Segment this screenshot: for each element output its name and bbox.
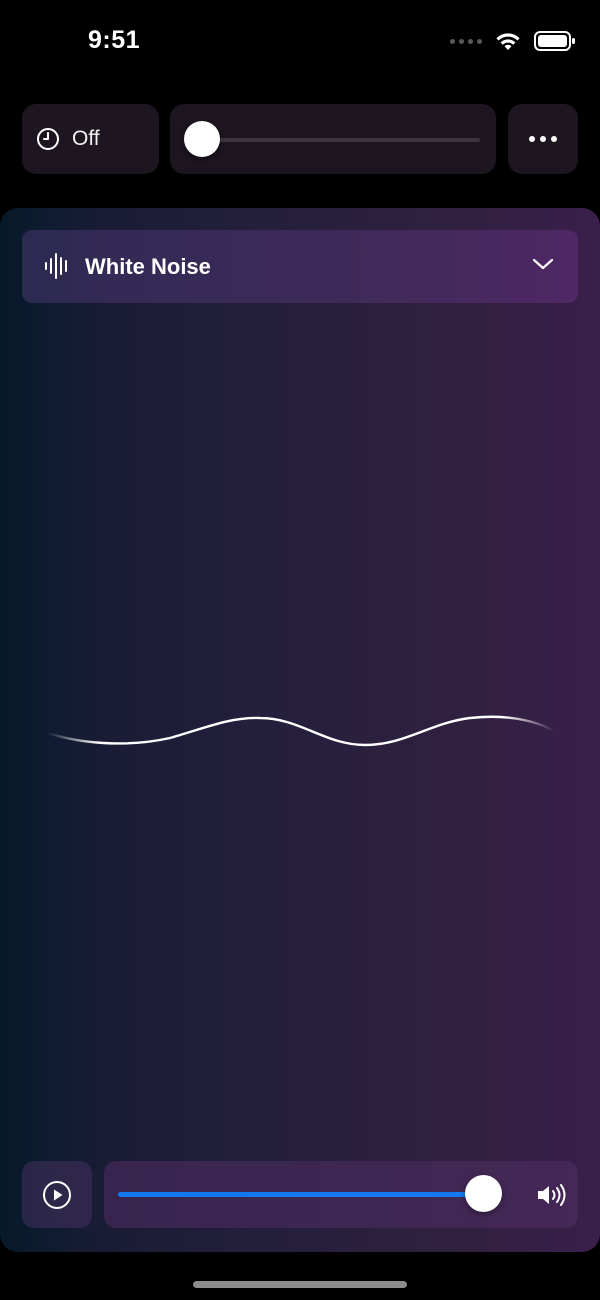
status-bar: 9:51 [0, 0, 600, 80]
app-screen: 9:51 Off White Noise [0, 0, 600, 1300]
sound-selector[interactable]: White Noise [22, 230, 578, 303]
top-slider[interactable] [170, 104, 496, 174]
sleep-timer-button[interactable]: Off [22, 104, 159, 174]
play-button[interactable] [22, 1161, 92, 1228]
top-controls: Off [22, 104, 578, 174]
sound-panel: White Noise [0, 208, 600, 1252]
cellular-signal-icon [450, 38, 482, 44]
home-indicator[interactable] [193, 1281, 407, 1288]
chevron-down-icon [532, 258, 554, 270]
top-slider-track [192, 138, 480, 142]
timer-label: Off [72, 127, 100, 150]
sound-name: White Noise [85, 254, 211, 279]
status-icons [450, 28, 576, 54]
volume-control [104, 1161, 578, 1228]
volume-slider-knob[interactable] [465, 1175, 502, 1212]
battery-icon [534, 31, 575, 51]
more-options-button[interactable] [508, 104, 578, 174]
clock-icon [37, 128, 59, 150]
top-slider-knob[interactable] [184, 121, 220, 157]
speaker-wave-icon[interactable] [536, 1183, 566, 1207]
waveform-icon [45, 253, 67, 279]
status-time: 9:51 [88, 26, 141, 54]
wifi-icon [496, 33, 520, 50]
volume-slider-track[interactable] [118, 1192, 480, 1197]
sound-wave-visualizer [46, 715, 556, 747]
ellipsis-icon [529, 136, 557, 142]
play-circle-icon [43, 1180, 71, 1209]
